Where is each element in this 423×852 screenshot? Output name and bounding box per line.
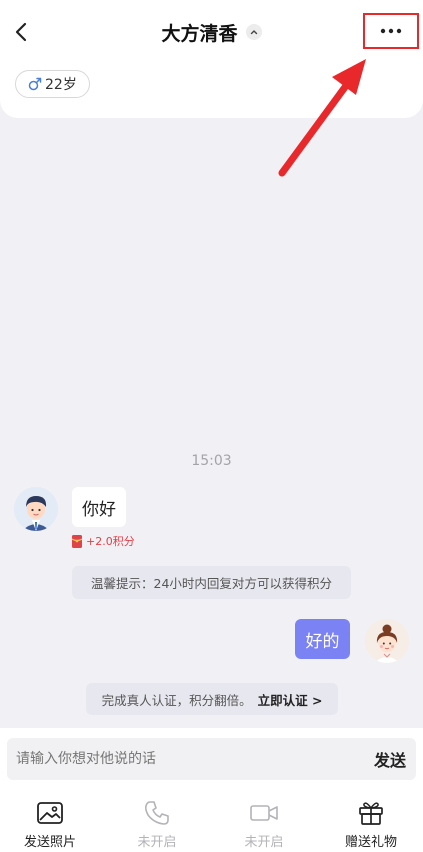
toolbar: 发送照片 未开启 未开启 赠送礼物 <box>0 798 423 852</box>
outgoing-message-bubble[interactable]: 好的 <box>295 619 350 659</box>
message-input[interactable] <box>16 738 346 780</box>
contact-avatar[interactable] <box>14 487 58 531</box>
age-tag: 22岁 <box>15 70 90 98</box>
video-call-button[interactable]: 未开启 <box>224 798 304 852</box>
voice-call-button[interactable]: 未开启 <box>117 798 197 852</box>
send-photo-label: 发送照片 <box>23 835 76 850</box>
video-call-label: 未开启 <box>244 835 284 850</box>
phone-icon <box>144 801 169 825</box>
video-camera-icon <box>250 805 278 821</box>
send-gift-button[interactable]: 赠送礼物 <box>331 798 411 852</box>
send-button[interactable]: 发送 <box>374 738 406 780</box>
male-symbol-icon <box>28 77 42 91</box>
message-input-box: 发送 <box>7 738 416 780</box>
chat-header: 大方清香 22岁 <box>0 0 423 118</box>
page-title: 大方清香 <box>161 22 238 45</box>
gift-icon <box>359 802 383 825</box>
verify-text: 完成真人认证，积分翻倍。 <box>101 692 252 708</box>
send-photo-button[interactable]: 发送照片 <box>10 798 90 852</box>
points-reward: +2.0积分 <box>72 533 135 549</box>
image-icon <box>37 802 63 824</box>
send-gift-label: 赠送礼物 <box>344 835 397 850</box>
chevron-up-icon[interactable] <box>245 24 262 40</box>
red-packet-icon <box>72 534 82 548</box>
verify-banner: 完成真人认证，积分翻倍。 立即认证 > <box>86 683 338 715</box>
reply-tip: 温馨提示：24小时内回复对方可以获得积分 <box>72 566 351 599</box>
incoming-message-bubble[interactable]: 你好 <box>72 487 126 527</box>
my-avatar[interactable] <box>365 619 409 663</box>
more-horizontal-icon <box>380 28 402 34</box>
verify-now-link[interactable]: 立即认证 > <box>258 690 323 709</box>
more-options-button[interactable] <box>363 13 419 49</box>
voice-call-label: 未开启 <box>137 835 177 850</box>
composer: 发送 发送照片 未开启 未开启 <box>0 728 423 852</box>
age-label: 22岁 <box>45 77 77 93</box>
points-text: +2.0积分 <box>86 535 135 548</box>
timestamp: 15:03 <box>191 453 232 469</box>
title-area[interactable]: 大方清香 <box>0 18 423 46</box>
